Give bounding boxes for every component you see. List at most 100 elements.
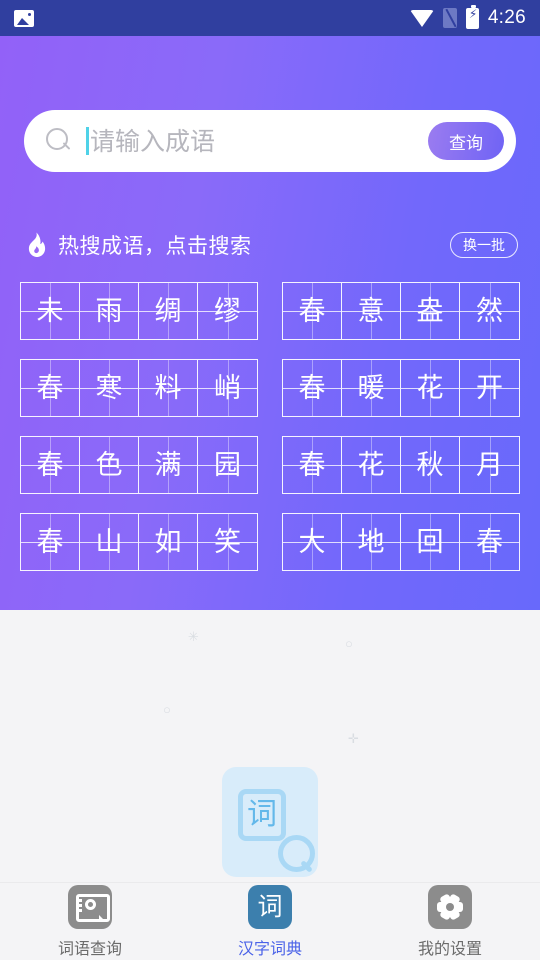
idiom-cell: 园 — [198, 437, 257, 493]
tab-word-lookup-label: 词语查询 — [57, 938, 122, 958]
idiom-cell: 缪 — [198, 283, 257, 339]
idiom-char: 春 — [36, 372, 64, 404]
gear-icon — [428, 884, 472, 929]
idiom-char: 春 — [298, 295, 326, 327]
hot-search-title: 热搜成语，点击搜索 — [58, 234, 252, 258]
idiom-cell: 春 — [21, 437, 80, 493]
idiom-item[interactable]: 春 暖 花 开 — [282, 359, 520, 417]
idiom-item[interactable]: 大 地 回 春 — [282, 513, 520, 571]
hot-search-header: 热搜成语，点击搜索 换一批 — [22, 228, 518, 262]
idiom-cell: 暖 — [342, 360, 401, 416]
idiom-item[interactable]: 春 意 盎 然 — [282, 282, 520, 340]
idiom-char: 然 — [476, 295, 503, 327]
tab-word-lookup[interactable]: 词语查询 — [0, 883, 180, 960]
idiom-cell: 料 — [139, 360, 198, 416]
idiom-char: 缪 — [214, 295, 241, 327]
idiom-cell: 回 — [401, 514, 460, 570]
idiom-cell: 山 — [80, 514, 139, 570]
tab-dictionary-label: 汉字词典 — [237, 938, 302, 958]
idiom-char: 色 — [95, 449, 123, 481]
app-root: 4:26 请输入成语 查询 热搜成语，点击搜索 换一批 未 雨 绸 缪 — [0, 0, 540, 960]
search-placeholder: 请输入成语 — [90, 126, 216, 156]
search-bar[interactable]: 请输入成语 查询 — [24, 110, 516, 172]
idiom-cell: 春 — [460, 514, 519, 570]
tab-settings-label: 我的设置 — [417, 938, 482, 958]
idiom-char: 春 — [36, 449, 64, 481]
idiom-item[interactable]: 春 寒 料 峭 — [20, 359, 258, 417]
watermark-frame: 词 — [238, 789, 286, 841]
idiom-char: 雨 — [95, 295, 123, 327]
idiom-char: 开 — [476, 372, 503, 404]
idiom-cell: 花 — [342, 437, 401, 493]
idiom-char: 秋 — [416, 449, 444, 481]
sparkle-icon: ✳ — [188, 629, 199, 644]
empty-state-illustration: ✳ ○ ○ ✛ 词 — [0, 620, 540, 885]
idiom-cell: 大 — [283, 514, 342, 570]
image-icon — [14, 9, 34, 27]
idiom-char: 回 — [416, 526, 444, 558]
dictionary-search-watermark-icon: 词 — [222, 767, 318, 877]
sparkle-icon: ✛ — [348, 731, 359, 746]
idiom-cell: 月 — [460, 437, 519, 493]
idiom-cell: 雨 — [80, 283, 139, 339]
idiom-item[interactable]: 未 雨 绸 缪 — [20, 282, 258, 340]
magnifier-icon — [278, 835, 315, 872]
idiom-cell: 春 — [21, 514, 80, 570]
search-icon — [46, 128, 72, 154]
bottom-tab-bar: 词语查询 词 汉字词典 我的设置 — [0, 882, 540, 960]
wifi-icon — [409, 9, 434, 27]
dictionary-icon: 词 — [248, 884, 292, 929]
idiom-cell: 春 — [283, 360, 342, 416]
idiom-cell: 色 — [80, 437, 139, 493]
idiom-cell: 峭 — [198, 360, 257, 416]
idiom-cell: 盎 — [401, 283, 460, 339]
idiom-char: 春 — [476, 526, 503, 558]
tab-dictionary[interactable]: 词 汉字词典 — [180, 883, 360, 960]
idiom-cell: 未 — [21, 283, 80, 339]
idiom-item[interactable]: 春 色 满 园 — [20, 436, 258, 494]
watermark-char: 词 — [247, 797, 277, 832]
idiom-char: 笑 — [214, 526, 241, 558]
sparkle-icon: ○ — [345, 636, 353, 651]
idiom-char: 绸 — [154, 295, 182, 327]
battery-charging-icon — [465, 4, 479, 29]
idiom-char: 春 — [36, 526, 64, 558]
refresh-batch-button[interactable]: 换一批 — [450, 232, 518, 258]
idiom-char: 月 — [476, 449, 503, 481]
idiom-cell: 如 — [139, 514, 198, 570]
idiom-item[interactable]: 春 山 如 笑 — [20, 513, 258, 571]
tab-settings[interactable]: 我的设置 — [360, 883, 540, 960]
idiom-grid: 未 雨 绸 缪 春 意 盎 然 春 寒 料 峭 春 暖 花 开 春 色 满 园 — [20, 282, 520, 571]
status-bar-left — [14, 9, 34, 27]
idiom-cell: 寒 — [80, 360, 139, 416]
idiom-char: 春 — [298, 449, 326, 481]
idiom-cell: 春 — [21, 360, 80, 416]
idiom-char: 未 — [36, 295, 64, 327]
idiom-item[interactable]: 春 花 秋 月 — [282, 436, 520, 494]
idiom-cell: 春 — [283, 283, 342, 339]
idiom-char: 大 — [298, 526, 326, 558]
fire-icon — [22, 231, 48, 259]
idiom-char: 盎 — [416, 295, 444, 327]
idiom-char: 满 — [154, 449, 182, 481]
idiom-cell: 满 — [139, 437, 198, 493]
idiom-cell: 笑 — [198, 514, 257, 570]
idiom-char: 花 — [357, 449, 385, 481]
idiom-cell: 花 — [401, 360, 460, 416]
dictionary-icon-char: 词 — [257, 892, 283, 921]
idiom-char: 峭 — [214, 372, 241, 404]
idiom-cell: 绸 — [139, 283, 198, 339]
status-bar-right: 4:26 — [409, 4, 526, 29]
idiom-char: 暖 — [357, 372, 385, 404]
word-lookup-icon — [68, 884, 112, 929]
idiom-char: 园 — [214, 449, 241, 481]
idiom-cell: 开 — [460, 360, 519, 416]
idiom-cell: 春 — [283, 437, 342, 493]
idiom-cell: 地 — [342, 514, 401, 570]
idiom-char: 花 — [416, 372, 444, 404]
query-button[interactable]: 查询 — [428, 122, 504, 160]
sim-card-disabled-icon — [442, 8, 457, 28]
idiom-char: 山 — [95, 526, 123, 558]
search-input[interactable]: 请输入成语 — [72, 127, 428, 155]
idiom-cell: 然 — [460, 283, 519, 339]
